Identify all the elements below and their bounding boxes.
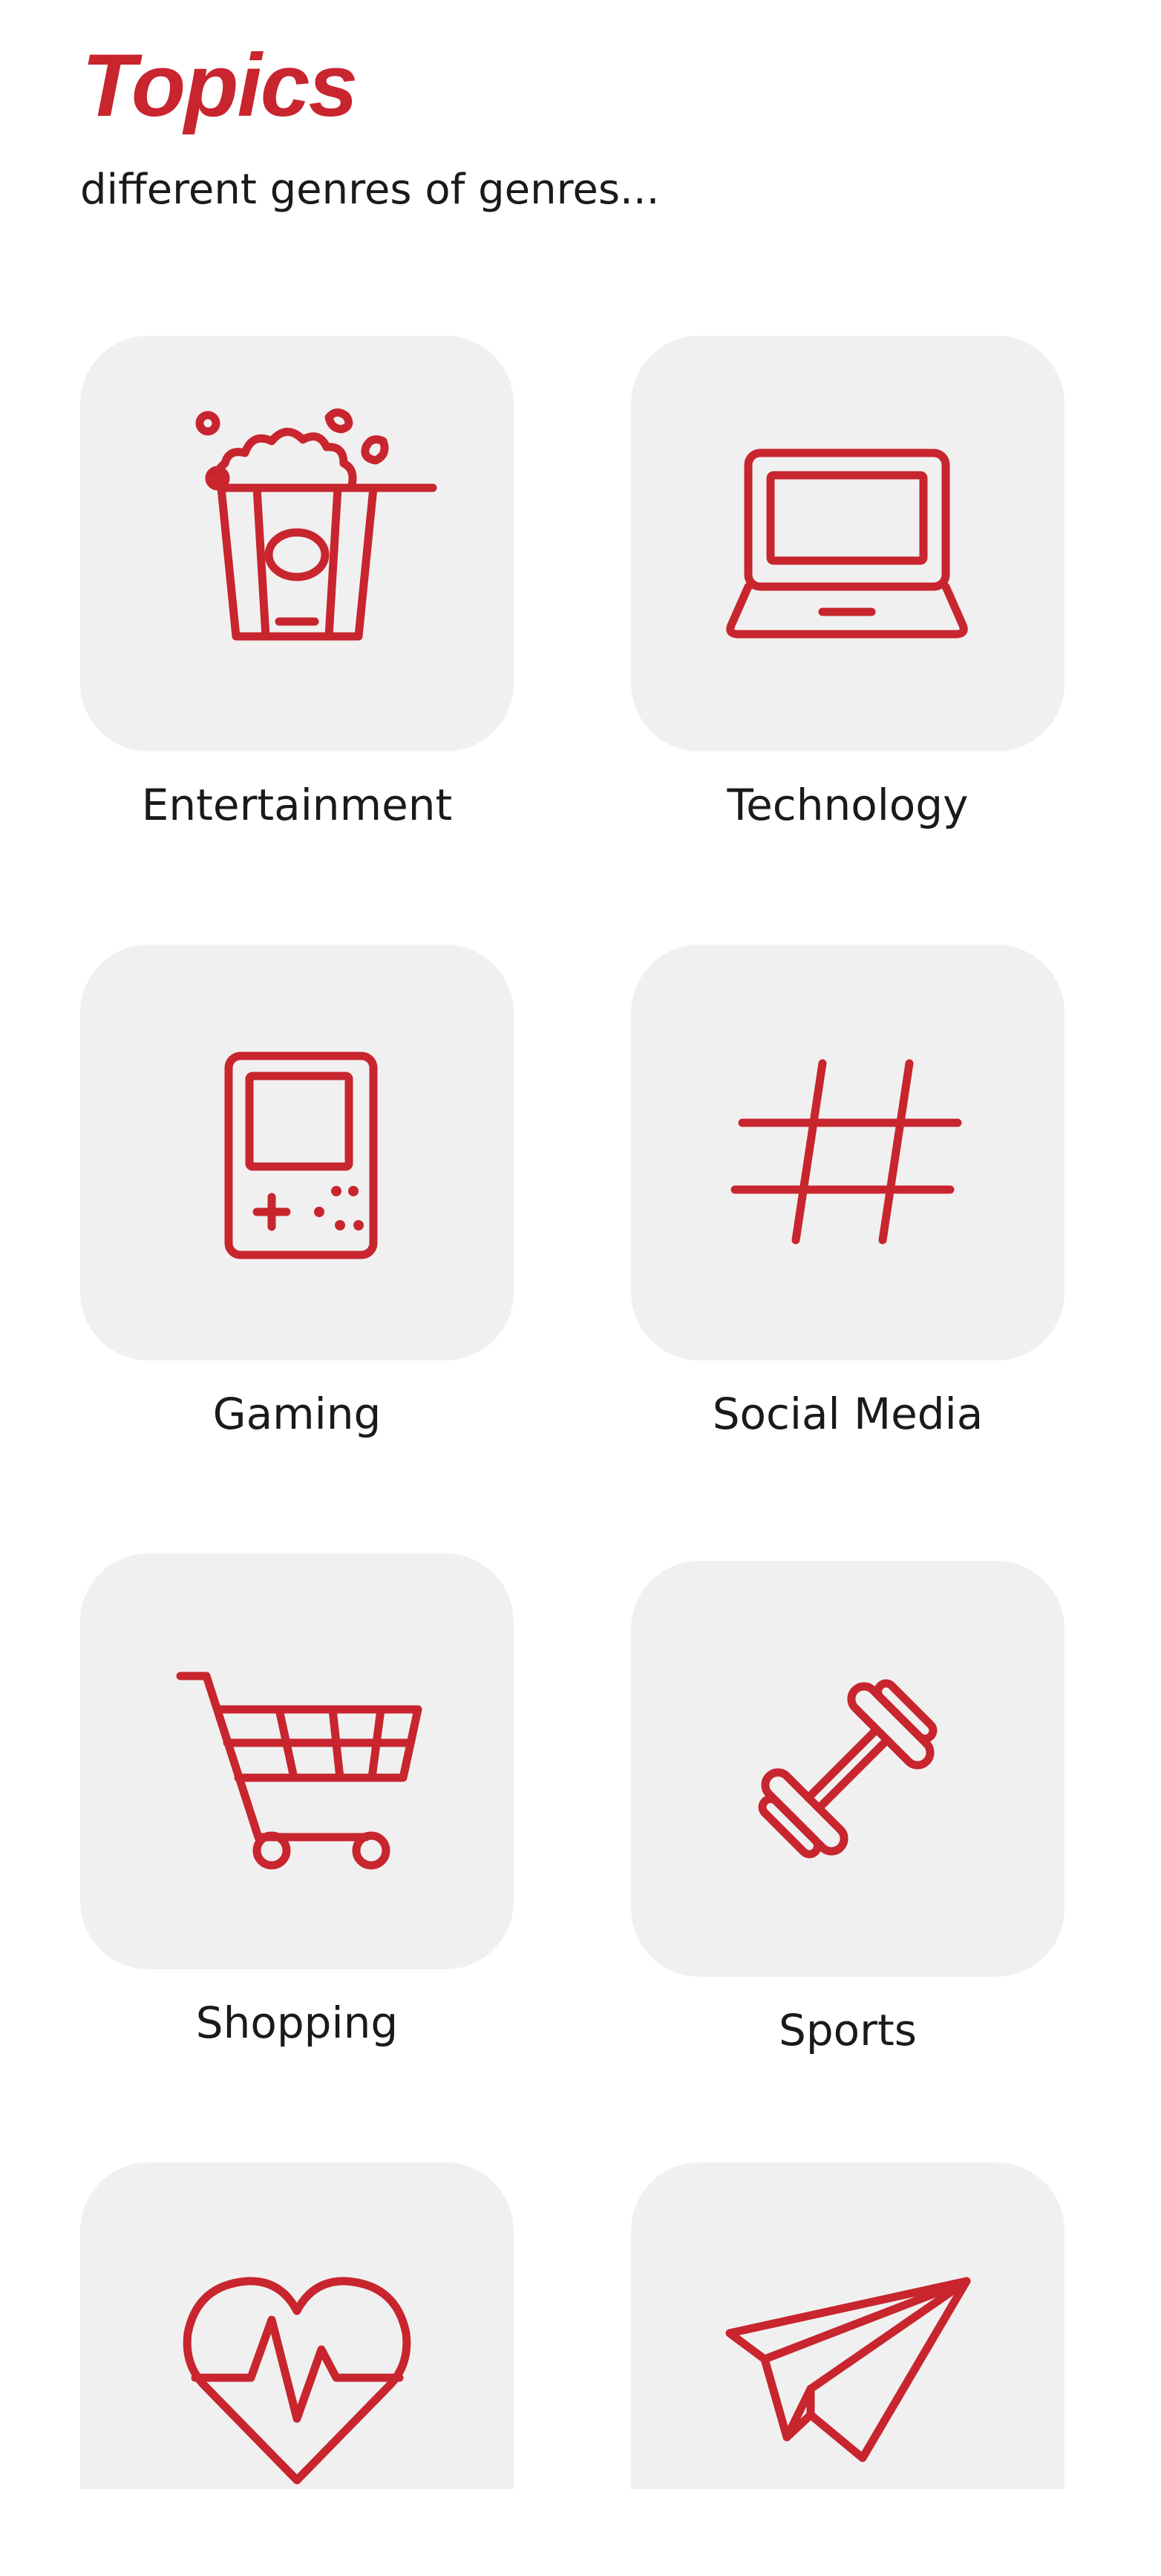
topic-card-technology[interactable] <box>631 336 1064 751</box>
paper-plane-icon <box>725 2277 971 2462</box>
topic-card-gaming[interactable] <box>80 945 514 1360</box>
popcorn-icon <box>195 408 437 641</box>
topic-label-entertainment: Entertainment <box>141 780 453 830</box>
topic-card-health[interactable] <box>80 2162 514 2489</box>
heartbeat-icon <box>183 2277 411 2485</box>
page-title: Topics <box>82 36 358 135</box>
topic-label-gaming: Gaming <box>212 1389 382 1439</box>
topic-card-sports[interactable] <box>631 1561 1064 1977</box>
hashtag-icon <box>730 1059 962 1245</box>
topic-card-travel[interactable] <box>631 2162 1064 2489</box>
topic-card-shopping[interactable] <box>80 1553 514 1969</box>
handheld-console-icon <box>224 1051 378 1259</box>
topic-card-social-media[interactable] <box>631 945 1064 1360</box>
laptop-icon <box>726 449 968 639</box>
topic-label-sports: Sports <box>779 2005 917 2055</box>
topic-label-technology: Technology <box>727 780 969 830</box>
shopping-cart-icon <box>176 1672 422 1870</box>
topic-label-social-media: Social Media <box>712 1389 984 1439</box>
topic-card-entertainment[interactable] <box>80 336 514 751</box>
page-subtitle: different genres of genres... <box>80 166 660 214</box>
dumbbell-icon <box>758 1679 938 1859</box>
topic-label-shopping: Shopping <box>195 1998 399 2048</box>
